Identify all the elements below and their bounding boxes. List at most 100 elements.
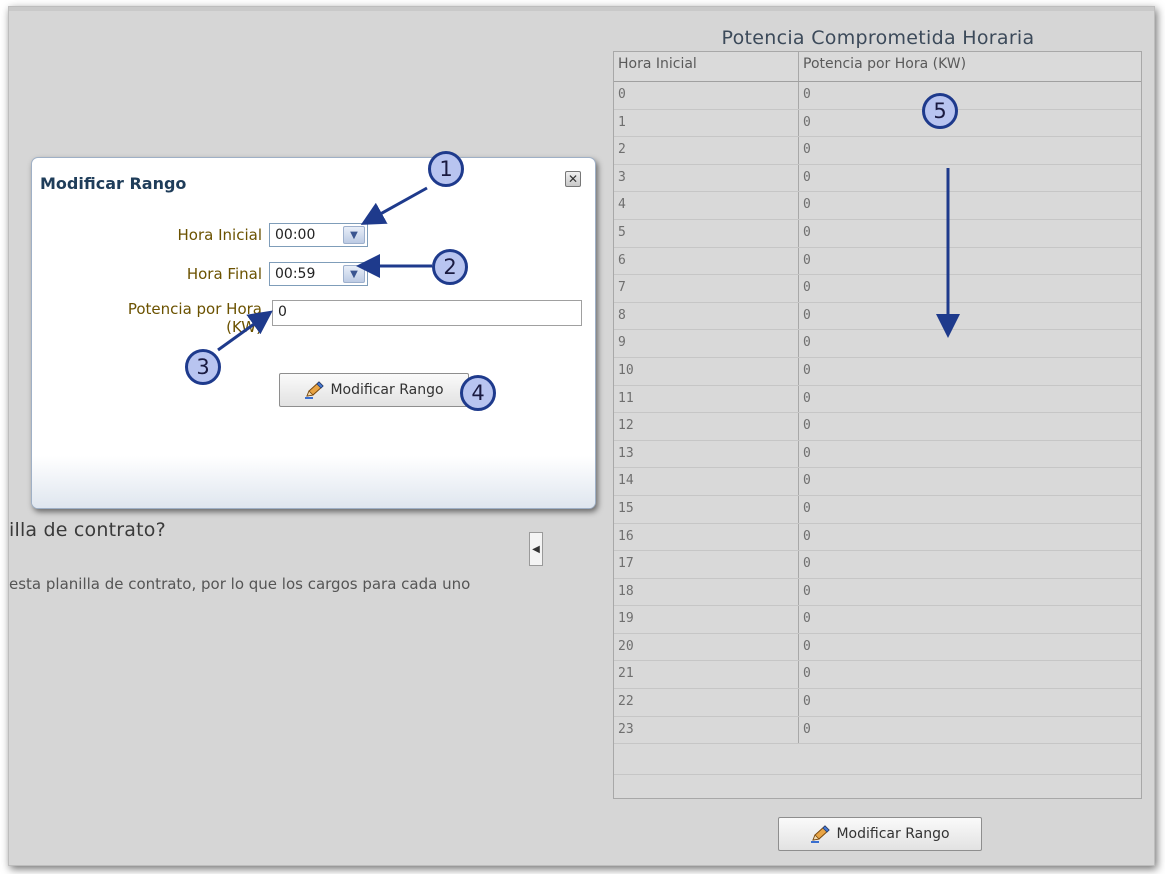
potencia-label-line1: Potencia por Hora [127, 300, 262, 318]
potencia-cell: 0 [803, 197, 811, 213]
table-row[interactable]: 90 [614, 330, 1141, 358]
hora-inicial-cell: 22 [614, 689, 799, 716]
potencia-cell: 0 [803, 114, 811, 130]
potencia-input[interactable]: 0 [272, 300, 582, 326]
potencia-cell: 0 [803, 418, 811, 434]
table-row[interactable]: 16 0 [614, 523, 1141, 552]
table-row[interactable]: 14 0 [614, 468, 1141, 496]
callout-2: 2 [432, 249, 468, 285]
background-heading: illa de contrato? [9, 519, 166, 541]
hora-inicial-cell: 12 [614, 413, 799, 440]
table-row[interactable]: 17 0 [614, 551, 1141, 579]
callout-4: 4 [460, 375, 496, 411]
hora-inicial-cell: 9 [614, 330, 799, 357]
hora-inicial-cell: 3 [614, 164, 799, 192]
callout-3: 3 [185, 349, 221, 385]
table-row[interactable]: 70 [614, 275, 1141, 303]
potencia-cell: 0 [803, 638, 811, 654]
hora-inicial-value: 00:00 [275, 227, 316, 243]
table-row[interactable]: 19 0 [614, 606, 1141, 634]
hora-inicial-cell: 15 [614, 495, 799, 523]
column-header-hora-inicial: Hora Inicial [614, 52, 799, 81]
dialog-footer [32, 456, 595, 508]
screenshot-frame: illa de contrato? esta planilla de contr… [8, 6, 1155, 866]
close-button[interactable]: ✕ [565, 171, 581, 187]
chevron-down-icon[interactable]: ▼ [343, 265, 365, 283]
hora-inicial-cell: 7 [614, 275, 799, 302]
potencia-cell: 0 [803, 252, 811, 268]
dialog-modify-range-button[interactable]: Modificar Rango [279, 373, 469, 407]
potencia-cell: 0 [803, 307, 811, 323]
table-header: Hora Inicial Potencia por Hora (KW) [614, 52, 1141, 82]
potencia-cell: 0 [803, 445, 811, 461]
potencia-cell: 0 [803, 556, 811, 572]
hora-inicial-cell: 19 [614, 606, 799, 633]
hora-final-label: Hora Final [186, 265, 262, 283]
table-body: 0 0 1 0 2 0 3 0 4 0 5 0 6 0 7 0 8 0 9 0 10 0 11 0 12 0 13 0 14 0 15 0 16… [614, 82, 1141, 745]
potencia-cell: 0 [803, 224, 811, 240]
hora-inicial-cell: 14 [614, 468, 799, 495]
hora-inicial-select[interactable]: 00:00 ▼ [269, 223, 368, 247]
table-title: Potencia Comprometida Horaria [721, 27, 1035, 49]
chevron-down-icon[interactable]: ▼ [343, 226, 365, 244]
potencia-label: Potencia por Hora (KW) [92, 300, 262, 336]
table-row[interactable]: 12 0 [614, 413, 1141, 441]
table-empty-row [614, 744, 1141, 776]
table-row[interactable]: 20 [614, 137, 1141, 165]
hora-final-select[interactable]: 00:59 ▼ [269, 262, 368, 286]
potencia-cell: 0 [803, 169, 811, 185]
modify-range-button[interactable]: Modificar Rango [778, 817, 982, 851]
table-row[interactable]: 80 [614, 302, 1141, 331]
background-paragraph: esta planilla de contrato, por lo que lo… [9, 575, 471, 593]
table-row[interactable]: 30 [614, 164, 1141, 193]
table-row[interactable]: 13 0 [614, 440, 1141, 469]
potencia-cell: 0 [803, 87, 811, 102]
hora-inicial-cell: 23 [614, 716, 799, 744]
table-row[interactable]: 10 0 [614, 357, 1141, 386]
hora-inicial-cell: 21 [614, 661, 799, 689]
hora-inicial-cell: 17 [614, 551, 799, 578]
table-row[interactable]: 15 0 [614, 495, 1141, 524]
dialog-modify-range-button-label: Modificar Rango [330, 382, 444, 398]
hora-inicial-cell: 6 [614, 247, 799, 275]
dialog-title: Modificar Rango [40, 174, 187, 193]
potencia-cell: 0 [803, 721, 811, 737]
table-row[interactable]: 11 0 [614, 385, 1141, 414]
table-row[interactable]: 40 [614, 192, 1141, 220]
hora-inicial-label: Hora Inicial [177, 226, 262, 244]
table-row[interactable]: 22 0 [614, 689, 1141, 717]
potencia-cell: 0 [803, 390, 811, 406]
potencia-cell: 0 [803, 142, 811, 158]
table-row[interactable]: 10 [614, 109, 1141, 138]
column-header-potencia: Potencia por Hora (KW) [803, 56, 967, 72]
hora-inicial-cell: 11 [614, 385, 799, 413]
potencia-cell: 0 [803, 335, 811, 351]
close-icon: ✕ [567, 172, 579, 186]
modify-range-button-label: Modificar Rango [836, 826, 950, 842]
potencia-cell: 0 [803, 500, 811, 516]
hourly-power-table: Hora Inicial Potencia por Hora (KW) 0010… [613, 51, 1142, 799]
potencia-cell: 0 [803, 528, 811, 544]
table-row[interactable]: 21 0 [614, 661, 1141, 690]
potencia-cell: 0 [803, 666, 811, 682]
pencil-icon [811, 825, 831, 843]
pencil-icon [305, 381, 325, 399]
callout-1: 1 [428, 151, 464, 187]
table-row[interactable]: 18 0 [614, 578, 1141, 607]
hora-inicial-cell: 4 [614, 192, 799, 219]
callout-5: 5 [922, 93, 958, 129]
potencia-cell: 0 [803, 473, 811, 489]
potencia-cell: 0 [803, 694, 811, 710]
hora-inicial-cell: 5 [614, 219, 799, 247]
potencia-cell: 0 [803, 611, 811, 627]
table-row[interactable]: 20 0 [614, 633, 1141, 662]
table-row[interactable]: 50 [614, 219, 1141, 248]
table-row[interactable]: 60 [614, 247, 1141, 276]
hora-inicial-cell: 20 [614, 633, 799, 661]
hora-inicial-cell: 18 [614, 578, 799, 606]
hora-inicial-cell: 0 [614, 82, 799, 109]
collapse-panel-button[interactable]: ◀ [529, 532, 543, 566]
potencia-label-line2: (KW) [226, 318, 262, 336]
table-row[interactable]: 23 0 [614, 716, 1141, 745]
table-row[interactable]: 00 [614, 82, 1141, 110]
